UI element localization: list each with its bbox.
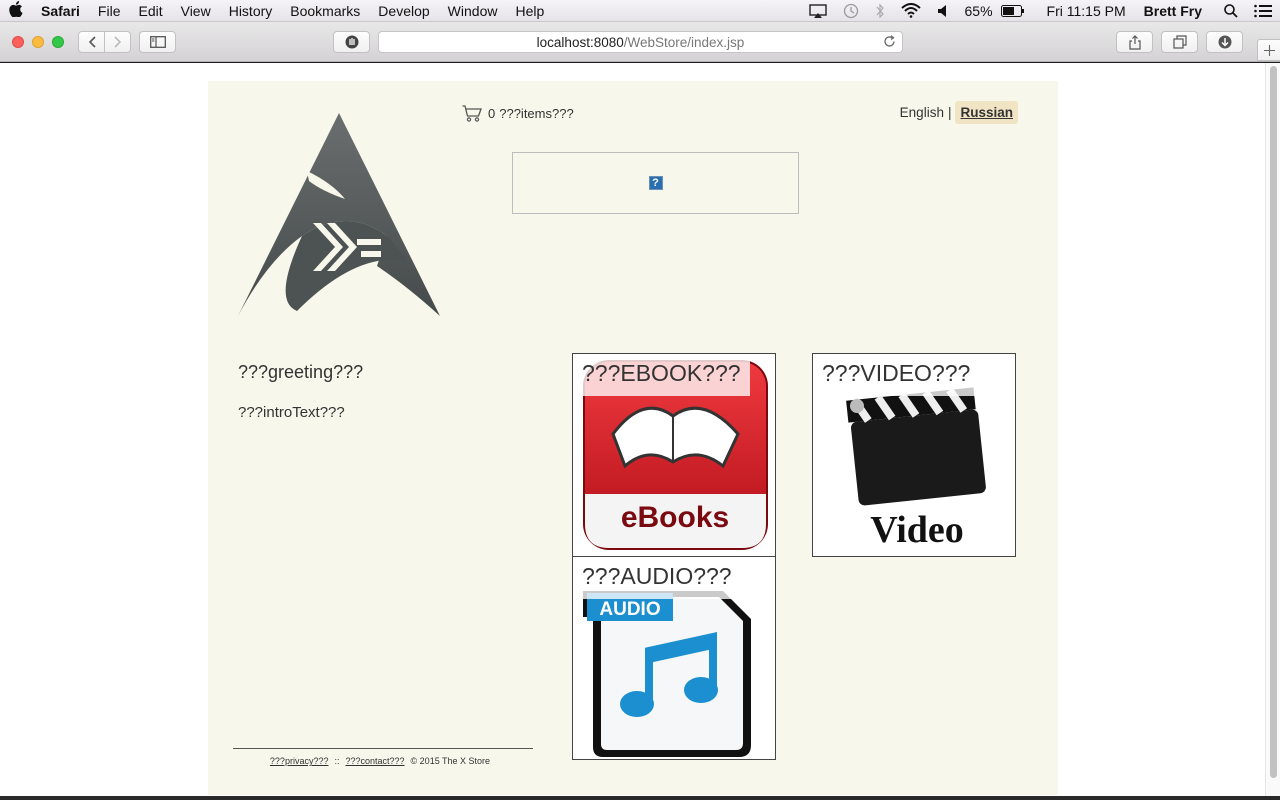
address-bar[interactable]: localhost:8080/WebStore/index.jsp [378, 31, 903, 53]
privacy-shield-icon [345, 35, 358, 49]
store-page: 0 ???items??? English | Russian ? ???gre… [208, 81, 1058, 795]
sidebar-icon [149, 36, 166, 48]
ad-banner[interactable]: ? [512, 152, 799, 214]
cart-icon [462, 105, 482, 122]
page-footer: ???privacy???:: ???contact??? © 2015 The X… [233, 748, 533, 766]
reload-icon[interactable] [883, 35, 896, 51]
lang-separator: | [947, 105, 952, 120]
menu-bookmarks[interactable]: Bookmarks [281, 3, 369, 19]
menu-bar: Safari File Edit View History Bookmarks … [0, 0, 1280, 22]
cart-count: 0 [488, 106, 496, 121]
url-path: /WebStore/index.jsp [623, 34, 745, 50]
video-image-text: Video [870, 509, 964, 551]
category-tile-video[interactable]: Video ???VIDEO??? [812, 353, 1016, 557]
tile-ebook-caption: ???EBOOK??? [573, 354, 750, 396]
zoom-window-button[interactable] [52, 36, 64, 48]
footer-contact-link[interactable]: ???contact??? [345, 756, 404, 766]
tile-audio-caption: ???AUDIO??? [573, 557, 741, 599]
lang-russian-link[interactable]: Russian [955, 101, 1018, 124]
close-window-button[interactable] [12, 36, 24, 48]
menu-app-safari[interactable]: Safari [32, 3, 89, 19]
scrollbar-thumb[interactable] [1270, 66, 1277, 778]
volume-icon[interactable] [929, 4, 957, 18]
menu-file[interactable]: File [89, 3, 130, 19]
back-button[interactable] [78, 31, 105, 53]
new-tab-icon [1263, 44, 1275, 56]
store-logo[interactable] [237, 111, 442, 317]
broken-image-icon: ? [648, 176, 663, 190]
lang-english-link[interactable]: English [900, 105, 944, 120]
tabs-button[interactable] [1161, 31, 1198, 53]
category-tile-audio[interactable]: AUDIO ???AUDIO??? [572, 556, 776, 760]
forward-button[interactable] [104, 31, 131, 53]
ebook-image-text: eBooks [621, 501, 729, 534]
menu-user[interactable]: Brett Fry [1134, 3, 1210, 19]
menu-help[interactable]: Help [506, 3, 553, 19]
bluetooth-icon[interactable] [867, 3, 893, 19]
menu-window[interactable]: Window [439, 3, 507, 19]
tabs-icon [1172, 35, 1187, 49]
menu-clock[interactable]: Fri 11:15 PM [1033, 3, 1134, 19]
footer-copyright: © 2015 The X Store [410, 756, 491, 766]
sidebar-button[interactable] [139, 31, 176, 53]
back-icon [88, 36, 96, 48]
cart-label: ???items??? [499, 106, 574, 121]
language-switcher: English | Russian [900, 101, 1018, 124]
privacy-shield-button[interactable] [333, 31, 370, 53]
battery-percent[interactable]: 65% [957, 3, 1001, 19]
tile-video-caption: ???VIDEO??? [813, 354, 980, 396]
share-button[interactable] [1116, 31, 1153, 53]
footer-separator: :: [334, 756, 340, 766]
greeting-heading: ???greeting??? [238, 362, 364, 382]
wifi-icon[interactable] [893, 3, 929, 18]
web-viewport: 0 ???items??? English | Russian ? ???gre… [0, 63, 1280, 796]
intro-text: ???introText??? [238, 404, 345, 421]
battery-icon[interactable] [1000, 4, 1033, 17]
shopping-cart[interactable]: 0 ???items??? [462, 105, 574, 122]
share-icon [1128, 34, 1141, 50]
forward-icon [113, 36, 121, 48]
url-host: localhost:8080 [536, 34, 624, 50]
downloads-button[interactable] [1206, 31, 1243, 53]
menu-develop[interactable]: Develop [369, 3, 438, 19]
time-machine-icon[interactable] [835, 3, 867, 19]
footer-privacy-link[interactable]: ???privacy??? [270, 756, 329, 766]
download-icon [1218, 35, 1231, 49]
spotlight-icon[interactable] [1210, 3, 1246, 18]
browser-toolbar: localhost:8080/WebStore/index.jsp [0, 22, 1280, 62]
desktop-background-strip [0, 796, 1280, 800]
notification-center-icon[interactable] [1246, 4, 1280, 18]
menu-view[interactable]: View [172, 3, 220, 19]
audio-image-text: AUDIO [599, 599, 660, 620]
airplay-icon[interactable] [801, 3, 835, 18]
minimize-window-button[interactable] [32, 36, 44, 48]
menu-history[interactable]: History [220, 3, 282, 19]
category-tile-ebook[interactable]: eBooks ???EBOOK??? [572, 353, 776, 557]
page-scrollbar[interactable] [1265, 63, 1280, 796]
menu-edit[interactable]: Edit [129, 3, 171, 19]
new-tab-button[interactable] [1257, 39, 1280, 61]
apple-icon[interactable] [0, 1, 32, 20]
